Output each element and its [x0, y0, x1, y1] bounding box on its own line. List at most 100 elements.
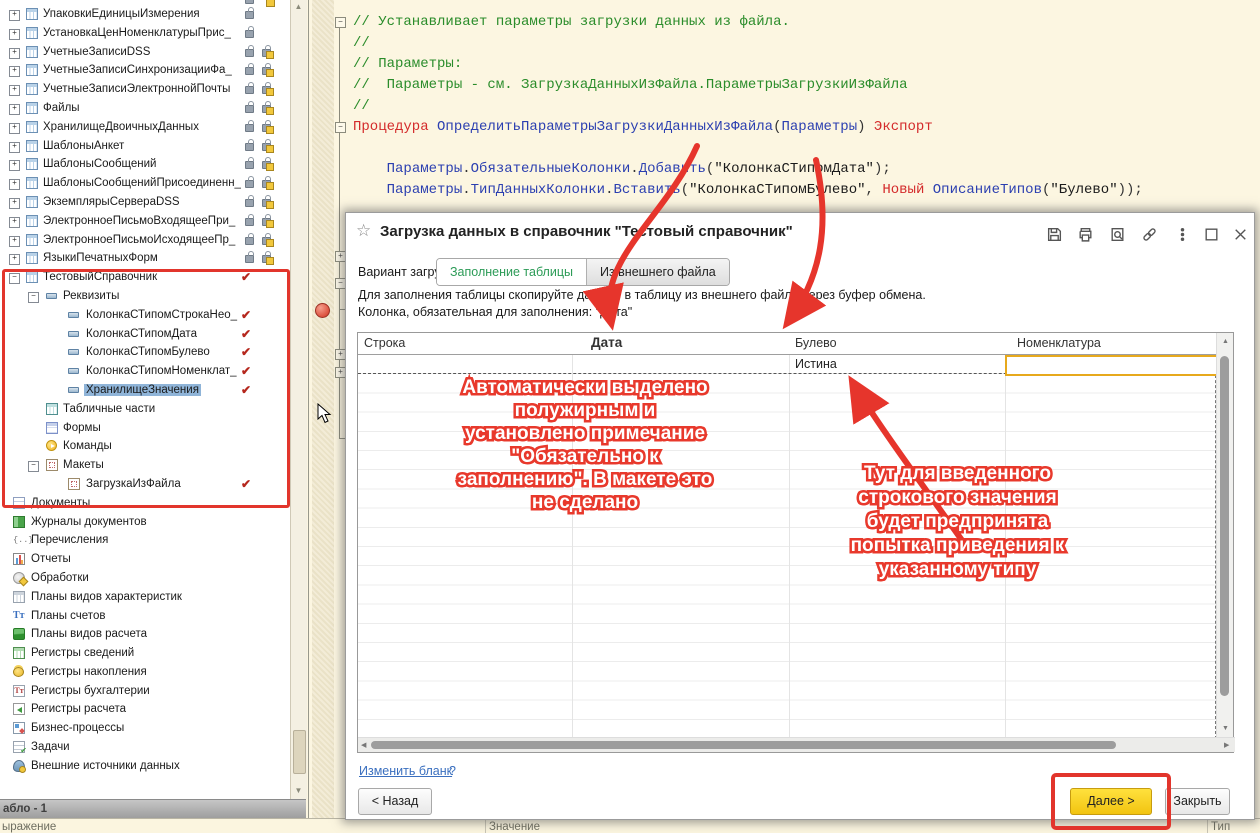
tree-item[interactable]: Документы	[0, 494, 290, 513]
back-button[interactable]: < Назад	[358, 788, 432, 815]
tree-item[interactable]: +ЭлектронноеПисьмоВходящееПри_	[0, 212, 290, 231]
tree-item[interactable]: Перечисления	[0, 531, 290, 550]
expand-icon[interactable]: +	[9, 66, 20, 77]
tree-item[interactable]: Отчеты	[0, 550, 290, 569]
expand-icon[interactable]: +	[9, 142, 20, 153]
cell-value[interactable]: Истина	[795, 357, 837, 371]
tree-item[interactable]: Задачи	[0, 738, 290, 757]
column-header-Булево[interactable]: Булево	[795, 336, 837, 350]
tree-item[interactable]: +Файлы	[0, 99, 290, 118]
help-link[interactable]: ?	[449, 764, 456, 778]
lock-yellow-icon	[262, 237, 271, 245]
expand-icon[interactable]: +	[9, 236, 20, 247]
expand-icon[interactable]: +	[9, 160, 20, 171]
tree-item[interactable]: Планы видов характеристик	[0, 588, 290, 607]
fold-collapse-icon[interactable]: −	[335, 17, 346, 28]
tree-item[interactable]: Бизнес-процессы	[0, 719, 290, 738]
expand-icon[interactable]: +	[9, 29, 20, 40]
tree-item[interactable]: Планы видов расчета	[0, 625, 290, 644]
tree-item[interactable]: −Реквизиты	[0, 287, 290, 306]
table-body[interactable]: Истина	[358, 355, 1217, 739]
expand-icon[interactable]: +	[9, 48, 20, 59]
collapse-icon[interactable]: −	[28, 292, 39, 303]
edit-form-link[interactable]: Изменить бланк	[359, 764, 452, 778]
expand-icon[interactable]: +	[9, 10, 20, 21]
scroll-left-icon[interactable]: ◀	[361, 741, 366, 749]
editor-breakpoint-margin[interactable]	[312, 0, 334, 820]
tree-item[interactable]: +УчетныеЗаписиDSS	[0, 43, 290, 62]
link-icon[interactable]	[1141, 226, 1158, 243]
expand-icon[interactable]: +	[9, 254, 20, 265]
tree-item[interactable]: +УчетныеЗаписиСинхронизацииФа_	[0, 61, 290, 80]
tree-item[interactable]: ЗагрузкаИзФайла✔	[0, 475, 290, 494]
print-icon[interactable]	[1077, 226, 1094, 243]
column-header-Номенклатура[interactable]: Номенклатура	[1017, 336, 1101, 350]
save-icon[interactable]	[1046, 226, 1063, 243]
tree-item[interactable]: +УпаковкиЕдиницыИзмерения	[0, 5, 290, 24]
expand-icon[interactable]: +	[9, 198, 20, 209]
tree-item[interactable]: КолонкаСТипомСтрокаНео_✔	[0, 306, 290, 325]
tree-item[interactable]: Планы счетов	[0, 607, 290, 626]
table-vscrollbar[interactable]: ▲ ▼	[1216, 333, 1233, 738]
tree-item[interactable]: Регистры накопления	[0, 663, 290, 682]
close-button[interactable]: Закрыть	[1165, 788, 1230, 815]
preview-icon[interactable]	[1109, 226, 1126, 243]
next-button[interactable]: Далее >	[1070, 788, 1152, 815]
tree-item[interactable]: +ЭлектронноеПисьмоИсходящееПр_	[0, 231, 290, 250]
column-header-Дата[interactable]: Дата	[591, 335, 622, 350]
expand-icon[interactable]: +	[9, 217, 20, 228]
breakpoint-marker[interactable]	[315, 303, 330, 318]
tree-item[interactable]: Внешние источники данных	[0, 757, 290, 776]
tree-item[interactable]: КолонкаСТипомБулево✔	[0, 343, 290, 362]
expand-icon[interactable]: +	[9, 179, 20, 190]
tab-fill-table[interactable]: Заполнение таблицы	[437, 259, 587, 285]
tree-item[interactable]: ХранилищеЗначения✔	[0, 381, 290, 400]
tree-item[interactable]: Регистры расчета	[0, 700, 290, 719]
expand-icon[interactable]: +	[9, 85, 20, 96]
close-icon[interactable]	[1232, 226, 1249, 243]
collapse-icon[interactable]: −	[9, 273, 20, 284]
tree-item[interactable]: Регистры бухгалтерии	[0, 682, 290, 701]
tablo-panel-titlebar[interactable]: абло - 1	[0, 799, 306, 818]
tree-item[interactable]: Формы	[0, 419, 290, 438]
scroll-up-icon[interactable]: ▲	[1222, 338, 1229, 345]
vscroll-thumb[interactable]	[1220, 356, 1229, 696]
tree-item[interactable]: +ЭкземплярыСервераDSS	[0, 193, 290, 212]
collapse-icon[interactable]: −	[28, 461, 39, 472]
table-hscrollbar[interactable]: ◀ ▶	[358, 737, 1235, 752]
catalog-icon	[26, 8, 38, 20]
selected-cell-editor[interactable]	[1005, 355, 1219, 376]
more-icon[interactable]	[1174, 226, 1191, 243]
tree-item[interactable]: Команды	[0, 437, 290, 456]
scroll-down-icon[interactable]: ▼	[292, 786, 305, 795]
tree-item[interactable]: +ШаблоныАнкет	[0, 137, 290, 156]
tree-item-label: КолонкаСТипомСтрокаНео_	[86, 309, 237, 321]
tree-item[interactable]: +УстановкаЦенНоменклатурыПрис_	[0, 24, 290, 43]
fold-collapse-icon[interactable]: −	[335, 122, 346, 133]
expand-icon[interactable]: +	[9, 123, 20, 134]
column-header-Строка[interactable]: Строка	[364, 336, 405, 350]
scroll-up-icon[interactable]: ▲	[292, 2, 305, 11]
tree-item[interactable]: Регистры сведений	[0, 644, 290, 663]
tree-item[interactable]: +ШаблоныСообщений	[0, 155, 290, 174]
tree-item[interactable]: Обработки	[0, 569, 290, 588]
tree-item[interactable]: Табличные части	[0, 400, 290, 419]
tree-item[interactable]: +ХранилищеДвоичныхДанных	[0, 118, 290, 137]
expand-icon[interactable]: +	[9, 104, 20, 115]
tree-item[interactable]: −Макеты	[0, 456, 290, 475]
tree-item[interactable]: +ШаблоныСообщенийПрисоединенн_	[0, 174, 290, 193]
tree-item[interactable]: −ТестовыйСправочник✔	[0, 268, 290, 287]
tab-from-file[interactable]: Из внешнего файла	[587, 259, 729, 285]
tree-item[interactable]: +ЯзыкиПечатныхФорм	[0, 249, 290, 268]
tree-scrollbar-thumb[interactable]	[293, 730, 306, 774]
tree-item[interactable]: КолонкаСТипомДата✔	[0, 325, 290, 344]
scroll-right-icon[interactable]: ▶	[1224, 741, 1229, 749]
hscroll-thumb[interactable]	[371, 741, 1116, 749]
scroll-down-icon[interactable]: ▼	[1222, 725, 1229, 732]
tree-item[interactable]: +УчетныеЗаписиЭлектроннойПочты	[0, 80, 290, 99]
maximize-icon[interactable]	[1203, 226, 1220, 243]
tree-scrollbar[interactable]: ▲ ▼	[290, 0, 307, 799]
tree-item[interactable]: КолонкаСТипомНоменклат_✔	[0, 362, 290, 381]
favorite-star-icon[interactable]: ☆	[356, 221, 371, 241]
tree-item[interactable]: Журналы документов	[0, 513, 290, 532]
